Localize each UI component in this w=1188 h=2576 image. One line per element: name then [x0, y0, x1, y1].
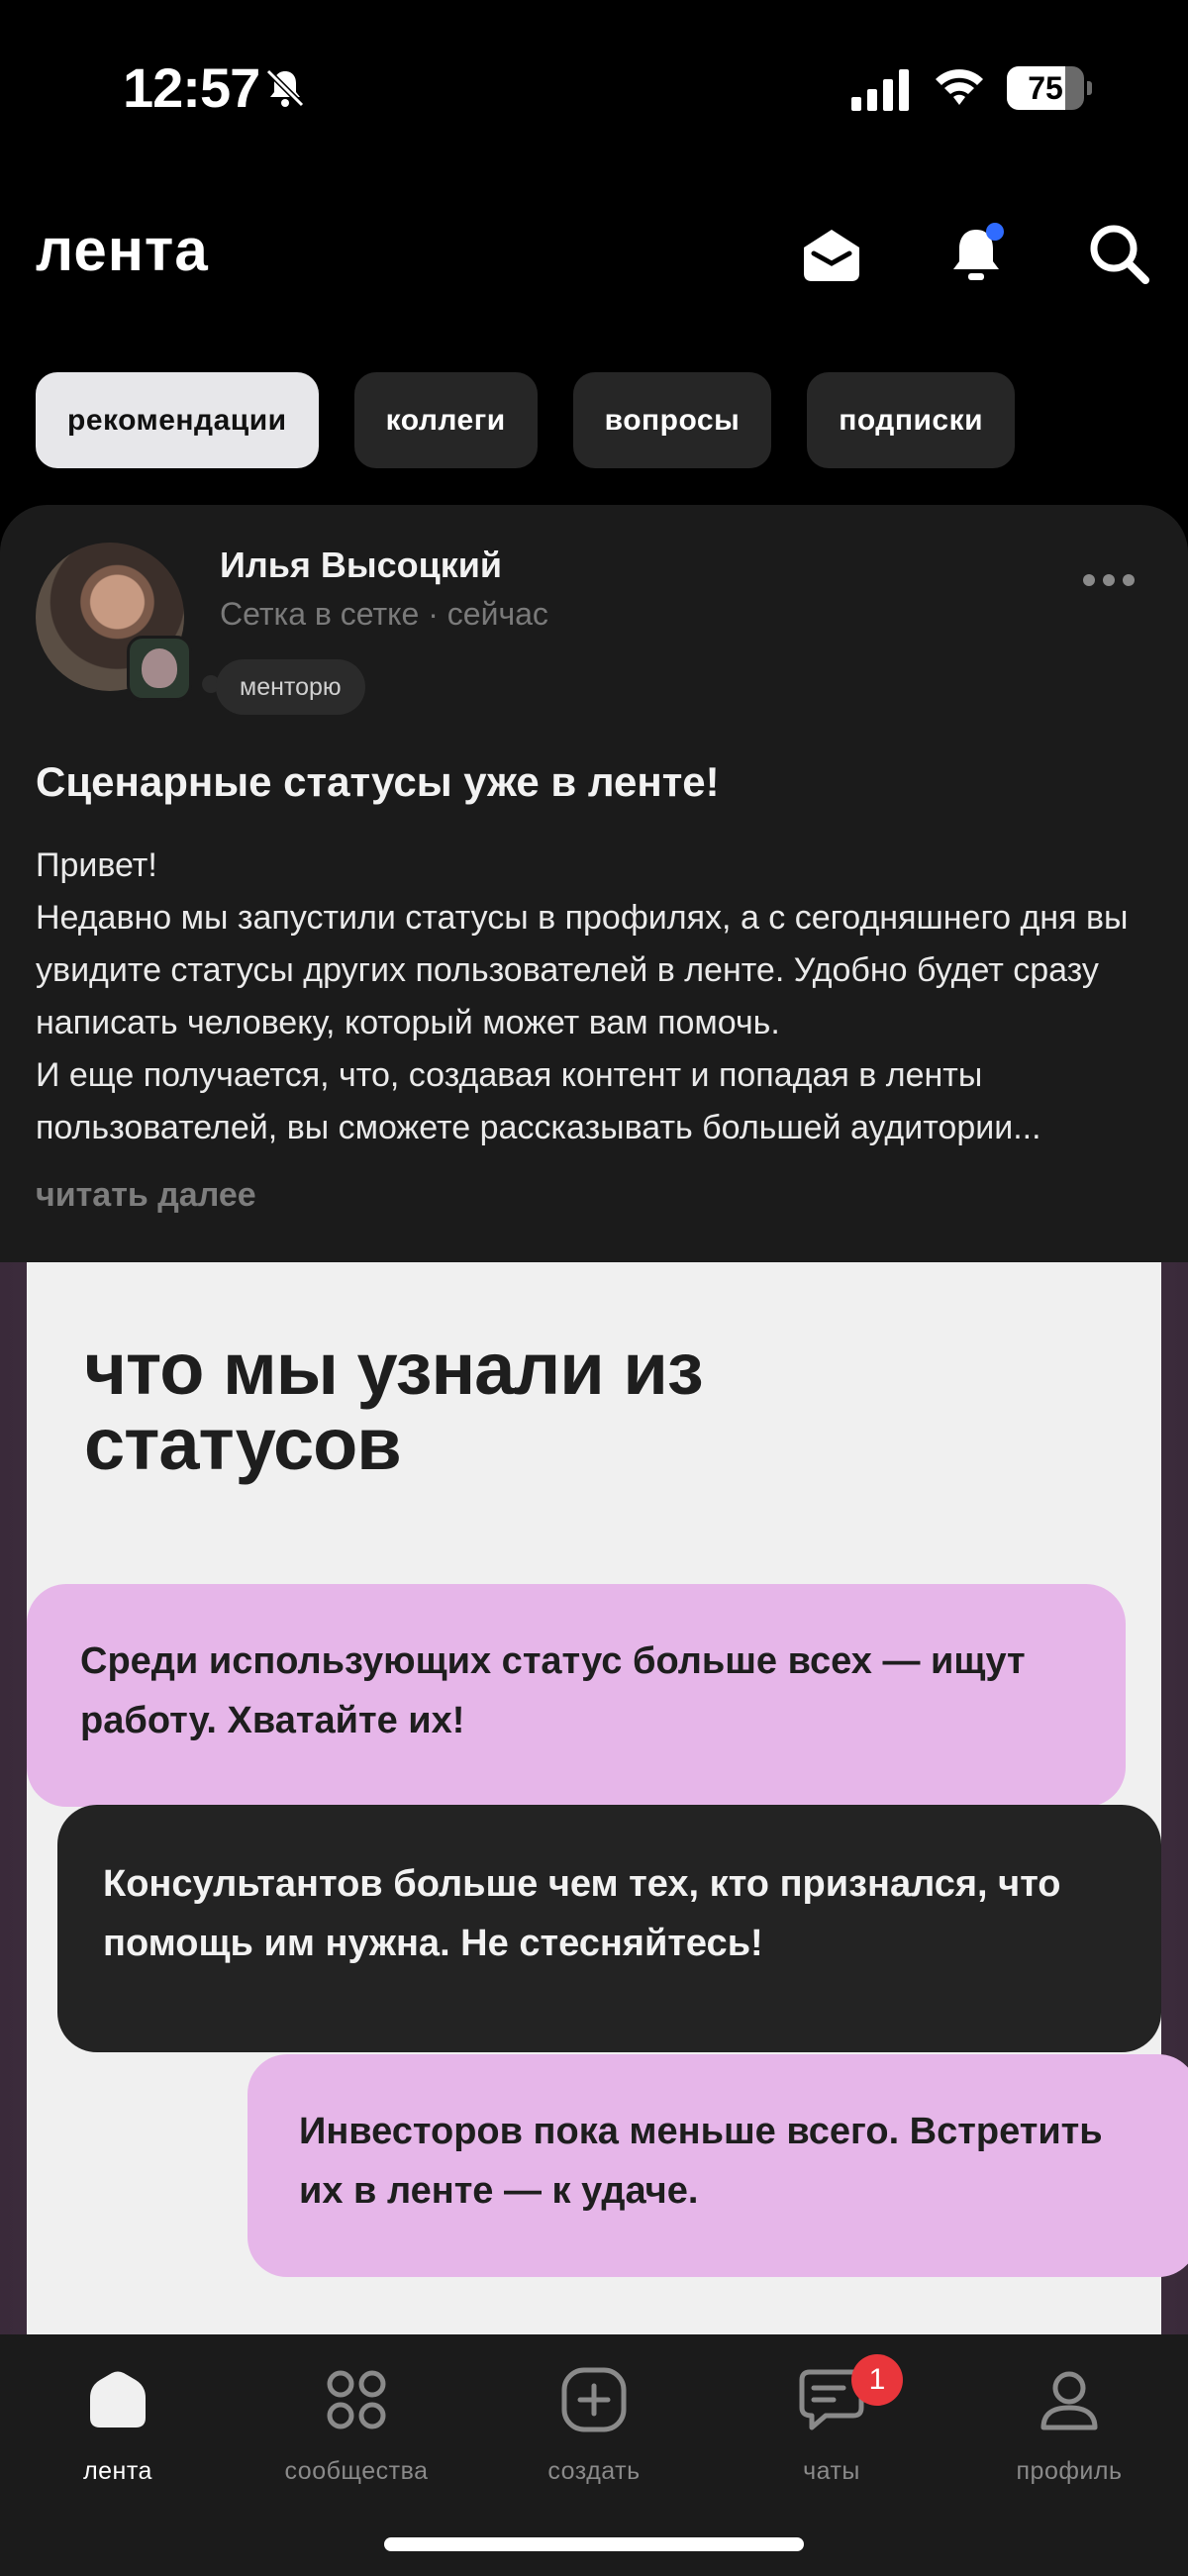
tab-recommendations[interactable]: рекомендации — [36, 372, 319, 468]
post-author[interactable]: Илья Высоцкий — [220, 545, 502, 586]
notification-dot — [986, 223, 1004, 241]
unread-count-badge: 1 — [851, 2354, 903, 2406]
nav-create[interactable]: создать — [495, 2364, 693, 2486]
infographic-bubble-1: Среди использующих статус больше всех — … — [27, 1584, 1126, 1807]
post-body: Привет! Недавно мы запустили статусы в пр… — [36, 846, 1129, 1146]
nav-feed[interactable]: лента — [19, 2364, 217, 2486]
wifi-icon — [936, 69, 983, 105]
battery-indicator: 75 — [1007, 66, 1092, 110]
infographic-heading: что мы узнали из статусов — [84, 1328, 704, 1485]
feed-post: Илья Высоцкий Сетка в сетке · сейчас мен… — [0, 505, 1188, 2336]
post-title: Сценарные статусы уже в ленте! — [36, 758, 720, 805]
infographic-bubble-3: Инвесторов пока меньше всего. Встретить … — [248, 2054, 1188, 2277]
read-more-link[interactable]: читать далее — [36, 1176, 256, 1215]
nav-profile[interactable]: профиль — [970, 2364, 1168, 2486]
notifications-bell-icon[interactable] — [940, 218, 1012, 289]
bell-muted-icon — [265, 68, 305, 108]
grid-icon — [327, 2370, 386, 2429]
status-bar: 12:57 75 — [0, 0, 1188, 173]
status-badge: менторю — [216, 659, 365, 715]
community-badge-icon — [127, 636, 192, 701]
search-icon[interactable] — [1083, 218, 1154, 289]
mail-icon[interactable] — [796, 218, 867, 289]
post-meta: Сетка в сетке · сейчас — [220, 596, 548, 632]
tab-colleagues[interactable]: коллеги — [353, 372, 538, 468]
post-image[interactable]: что мы узнали из статусов Среди использу… — [0, 1262, 1188, 2336]
plus-square-icon — [561, 2367, 627, 2432]
tab-subscriptions[interactable]: подписки — [807, 372, 1016, 468]
cellular-signal-icon — [851, 69, 909, 111]
feed-tabs: рекомендации коллеги вопросы подписки — [36, 372, 1016, 468]
status-time: 12:57 — [123, 56, 260, 119]
more-options-icon[interactable] — [1079, 568, 1138, 592]
nav-chats[interactable]: 1 чаты — [733, 2354, 931, 2486]
tab-questions[interactable]: вопросы — [572, 372, 772, 468]
infographic-bubble-2: Консультантов больше чем тех, кто призна… — [57, 1805, 1161, 2052]
nav-communities[interactable]: сообщества — [257, 2364, 455, 2486]
home-indicator[interactable] — [384, 2537, 804, 2551]
profile-icon — [1040, 2371, 1098, 2430]
home-icon — [90, 2371, 146, 2427]
battery-level: 75 — [1028, 70, 1063, 106]
page-title: лента — [36, 217, 209, 283]
